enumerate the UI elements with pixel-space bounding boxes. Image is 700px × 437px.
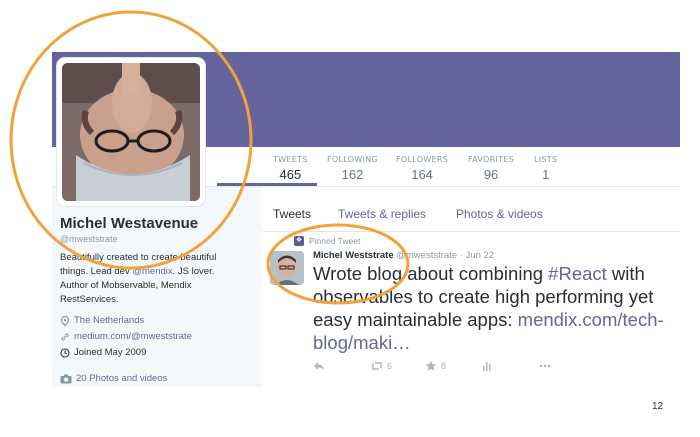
stat-label: LISTS: [534, 155, 558, 164]
avatar: [62, 63, 200, 201]
tab-divider: [263, 231, 680, 232]
bio-line: RestServices.: [60, 294, 119, 305]
profile-handle[interactable]: @mweststrate: [60, 234, 118, 244]
stat-followers[interactable]: FOLLOWERS 164: [396, 155, 448, 182]
location-text[interactable]: The Netherlands: [74, 315, 144, 326]
pin-icon: ❖: [294, 236, 304, 246]
photos-and-videos-link[interactable]: 20 Photos and videos: [60, 373, 167, 384]
stat-value: 465: [279, 167, 302, 182]
bio-text: things. Lead dev: [60, 266, 133, 277]
profile-bio: Beautifully created to create beautiful …: [60, 251, 260, 307]
pinned-tweet-label: ❖ Pinned Tweet: [294, 236, 360, 246]
tab-tweets-and-replies[interactable]: Tweets & replies: [338, 207, 426, 221]
stat-value: 96: [483, 167, 499, 182]
tweet-line: easy maintainable apps: mendix.com/tech-: [313, 308, 683, 331]
retweet-button[interactable]: 6: [371, 360, 392, 372]
stat-label: FAVORITES: [468, 155, 515, 164]
more-button[interactable]: [539, 360, 551, 372]
reply-icon: [314, 362, 324, 370]
stat-tweets[interactable]: TWEETS 465: [273, 155, 308, 182]
reply-button[interactable]: [313, 360, 325, 372]
stat-value: 164: [411, 167, 433, 182]
mention-link[interactable]: @mendix: [132, 266, 172, 277]
analytics-button[interactable]: [481, 360, 493, 372]
photos-label: 20 Photos and videos: [76, 373, 168, 384]
tweet-avatar[interactable]: [270, 251, 304, 285]
tweet-meta[interactable]: @mweststrate · Jun 22: [396, 250, 494, 261]
clock-icon: [60, 347, 70, 358]
stat-following[interactable]: FOLLOWING 162: [327, 155, 378, 182]
profile-joined: Joined May 2009: [60, 347, 146, 358]
bio-line: things. Lead dev @mendix. JS lover.: [60, 265, 260, 279]
bio-line: Author of Mobservable, Mendix: [60, 280, 192, 291]
tab-tweets[interactable]: Tweets: [273, 207, 311, 221]
stat-value: 162: [341, 167, 364, 182]
star-icon: [425, 360, 437, 371]
stat-value: 1: [542, 167, 550, 182]
tweet-text: Wrote blog about combining #React with o…: [313, 262, 683, 354]
pinned-text: Pinned Tweet: [309, 236, 361, 246]
tweet-line: Wrote blog about combining #React with: [313, 262, 683, 285]
avatar-photo: [270, 251, 304, 285]
profile-name[interactable]: Michel Westavenue: [60, 215, 198, 232]
map-pin-icon: [60, 315, 70, 326]
favorite-count: 8: [441, 361, 447, 371]
stat-label: FOLLOWERS: [396, 155, 449, 164]
camera-icon: [60, 374, 72, 383]
stat-lists[interactable]: LISTS 1: [534, 155, 557, 182]
tweet-author[interactable]: Michel Weststrate: [313, 250, 394, 261]
profile-website: medium.com/@mweststrate: [60, 331, 192, 342]
slide: TWEETS 465 FOLLOWING 162 FOLLOWERS 164 F…: [0, 0, 700, 437]
stat-label: FOLLOWING: [327, 155, 378, 164]
profile-location: The Netherlands: [60, 315, 144, 326]
more-dots-icon: [539, 364, 551, 368]
link-icon: [61, 332, 69, 341]
upside-down-face-photo: [62, 63, 200, 201]
tweet-header: Michel Weststrate @mweststrate · Jun 22: [313, 250, 494, 261]
website-link[interactable]: medium.com/@mweststrate: [74, 331, 192, 342]
active-stat-underline: [217, 183, 317, 186]
tweet-url-link[interactable]: mendix.com/tech-: [518, 309, 664, 330]
profile-avatar-frame[interactable]: [57, 58, 205, 206]
bio-line: Beautifully created to create beautiful: [60, 252, 217, 263]
tweet-text-span: easy maintainable apps:: [313, 309, 518, 330]
tweet-text-span: Wrote blog about combining: [313, 263, 549, 284]
bio-text: . JS lover.: [172, 266, 215, 277]
tweet-line: observables to create high performing ye…: [313, 286, 654, 307]
stat-favorites[interactable]: FAVORITES 96: [468, 155, 514, 182]
retweet-count: 6: [387, 361, 393, 371]
tab-photos-and-videos[interactable]: Photos & videos: [456, 207, 543, 221]
joined-text: Joined May 2009: [74, 347, 147, 358]
retweet-icon: [371, 362, 383, 370]
tweet-url-link-continued[interactable]: blog/maki…: [313, 331, 683, 354]
favorite-button[interactable]: 8: [425, 360, 446, 372]
slide-number: 12: [652, 401, 664, 412]
bar-chart-icon: [483, 362, 491, 371]
tweet-text-span: with: [606, 263, 645, 284]
stat-label: TWEETS: [273, 155, 308, 164]
hashtag-link[interactable]: #React: [548, 263, 607, 284]
